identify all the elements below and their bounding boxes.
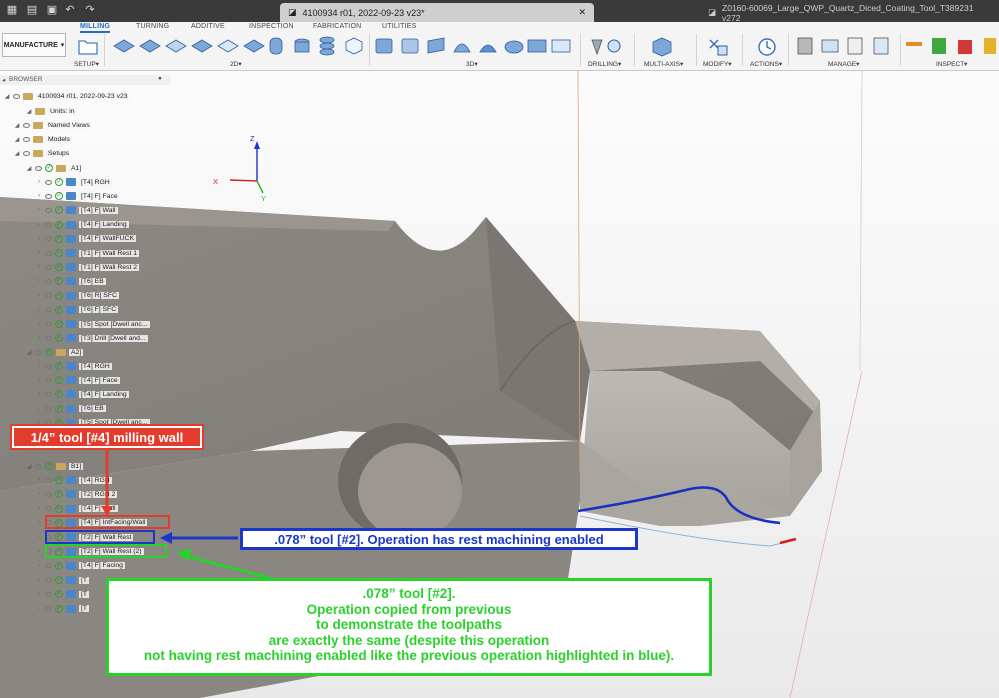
annotation-red-text: 1/4” tool [#4] milling wall <box>30 429 184 445</box>
annotation-green-line: .078” tool [#2]. <box>362 586 456 601</box>
annotation-green-line: are exactly the same (despite this opera… <box>268 632 550 648</box>
annotation-green: .078” tool [#2]. Operation copied from p… <box>106 578 712 676</box>
annotation-blue: .078” tool [#2]. Operation has rest mach… <box>240 528 638 550</box>
annotation-red: 1/4” tool [#4] milling wall <box>10 424 204 450</box>
annotation-green-line: to demonstrate the toolpaths <box>315 617 502 632</box>
annotation-green-line: not having rest machining enabled like t… <box>143 648 675 663</box>
annotation-green-line: Operation copied from previous <box>306 601 512 617</box>
annotation-blue-text: .078” tool [#2]. Operation has rest mach… <box>274 531 604 547</box>
